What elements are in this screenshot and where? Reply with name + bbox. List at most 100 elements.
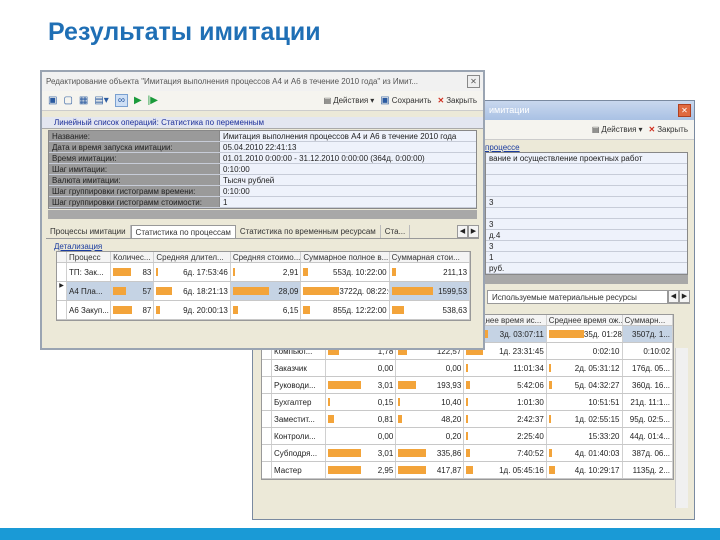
field-value[interactable]: вание и осуществление проектных работ <box>486 153 687 163</box>
tab-scroll-right-icon[interactable]: ▶ <box>468 225 479 238</box>
value-bar <box>548 330 584 338</box>
save-button[interactable]: ▣ Сохранить <box>380 95 431 106</box>
grid-header: Процесс Количес... Средняя длител... Средня… <box>57 252 471 263</box>
fields-panel: Название: Имитация выполнения процессов А… <box>48 130 477 209</box>
link-icon[interactable]: ∞ <box>114 94 128 107</box>
table-row[interactable]: Контроли... 0,00 0,20 2:25:40 15:33:20 44д. 0… <box>262 428 674 445</box>
table-row[interactable]: Мастер 2,95 417,87 1д. 05:45:16 4д. 10:29:17… <box>262 462 674 479</box>
print-icon[interactable]: ▤▾ <box>94 95 108 106</box>
cell-value: 211,13 <box>390 263 471 281</box>
field-row: 3 <box>486 241 687 252</box>
field-value[interactable] <box>486 164 687 174</box>
cell-name: Заказчик <box>272 360 327 376</box>
cell-value: 95д. 02:5... <box>623 411 674 427</box>
step-icon[interactable]: |▶ <box>148 95 158 106</box>
window-title: имитации <box>489 105 530 115</box>
vertical-scrollbar[interactable] <box>675 348 688 508</box>
column-header[interactable]: Средняя длител... <box>154 252 231 262</box>
cell-name: Субподря... <box>272 445 327 461</box>
field-value[interactable]: 05.04.2010 22:41:13 <box>219 142 476 152</box>
tab-3[interactable]: Ста... <box>381 225 411 238</box>
table-row[interactable]: А6 Закуп... 87 9д. 20:00:13 6,15 855д. 12:22… <box>57 301 471 320</box>
row-indicator <box>262 377 272 393</box>
cell-value: 9д. 20:00:13 <box>154 301 231 319</box>
value-bar <box>398 449 427 457</box>
close-icon[interactable]: ✕ <box>467 75 480 88</box>
cell-number: 4д. 10:29:17 <box>574 465 620 475</box>
field-value[interactable]: д.4 <box>486 230 687 240</box>
table-row[interactable]: Руководи... 3,01 193,93 5:42:06 5д. 04:32:27… <box>262 377 674 394</box>
run-icon[interactable]: ▶ <box>134 95 142 106</box>
cell-name: А6 Закуп... <box>67 301 112 319</box>
cell-number: 21д. 11:1... <box>630 397 671 407</box>
column-header[interactable]: Процесс <box>67 252 112 262</box>
tab-scroll-right-icon[interactable]: ▶ <box>679 290 690 303</box>
field-value[interactable]: руб. <box>486 263 687 273</box>
cell-number: 35д. 01:28:35 <box>583 329 622 339</box>
close-button[interactable]: ✕ Закрыть <box>437 96 477 105</box>
cell-value: 21д. 11:1... <box>623 394 674 410</box>
table-row[interactable]: ТП: Зак... 83 6д. 17:53:46 2,91 553д. 10:22:… <box>57 263 471 282</box>
cell-value: 335,86 <box>396 445 465 461</box>
table-row[interactable]: Заказчик 0,00 0,00 11:01:34 2д. 05:31:12 176д… <box>262 360 674 377</box>
tab-scroll-left-icon[interactable]: ◀ <box>457 225 468 238</box>
cell-number: 6д. 17:53:46 <box>183 267 228 277</box>
cell-value: 5:42:06 <box>464 377 547 393</box>
tab-1[interactable]: Статистика по процессам <box>130 225 236 238</box>
column-header[interactable]: Суммарн... <box>623 315 674 325</box>
cell-number: 1135д. 2... <box>632 465 671 475</box>
field-value[interactable]: 01.01.2010 0:00:00 - 31.12.2010 0:00:00 … <box>219 153 476 163</box>
cell-name: Руководи... <box>272 377 327 393</box>
cell-number: 5:42:06 <box>517 380 544 390</box>
field-value[interactable]: 0:10:00 <box>219 164 476 174</box>
cell-value: 0,00 <box>326 428 397 444</box>
cell-value: 35д. 01:28:35 <box>547 326 623 342</box>
details-link[interactable]: Детализация <box>42 239 483 251</box>
table-row[interactable]: Заместит... 0,81 48,20 2:42:37 1д. 02:55:15 9… <box>262 411 674 428</box>
breadcrumb: Линейный список операций: Статистика по … <box>42 117 483 129</box>
column-header[interactable]: Суммарное полное в... <box>301 252 390 262</box>
field-value[interactable] <box>486 175 687 185</box>
field-value[interactable]: 3 <box>486 219 687 229</box>
table-row[interactable]: Бухгалтер 0,15 10,40 1:01:30 10:51:51 21д. 11… <box>262 394 674 411</box>
field-value[interactable]: 1 <box>486 252 687 262</box>
actions-icon: ▤ <box>323 96 332 105</box>
cell-number: 28,09 <box>278 286 299 296</box>
column-header[interactable]: Суммарная стои... <box>390 252 471 262</box>
field-label: Дата и время запуска имитации: <box>49 142 219 152</box>
cell-number: 83 <box>142 267 152 277</box>
field-value[interactable]: Имитация выполнения процессов А4 и А6 в … <box>219 131 476 141</box>
close-button[interactable]: ✕ Закрыть <box>648 125 688 134</box>
cell-number: 4д. 01:40:03 <box>574 448 620 458</box>
field-value[interactable] <box>486 208 687 218</box>
fields-panel: вание и осуществление проектных работ 3 3 д… <box>485 152 688 275</box>
cell-number: 3д. 03:07:11 <box>499 329 544 339</box>
column-header[interactable]: Количес... <box>111 252 155 262</box>
tab-2[interactable]: Статистика по временным ресурсам <box>236 225 381 238</box>
field-value[interactable]: 3 <box>486 241 687 251</box>
actions-button[interactable]: ▤ Действия ▾ <box>324 96 375 105</box>
cell-value: 0,20 <box>396 428 465 444</box>
tab-0[interactable]: Процессы имитации <box>46 225 131 238</box>
field-value[interactable]: Тысяч рублей <box>219 175 476 185</box>
actions-button[interactable]: ▤ Действия ▾ <box>592 125 643 134</box>
field-value[interactable]: 1 <box>219 197 476 207</box>
field-value[interactable]: 3 <box>486 197 687 207</box>
cell-number: 0,00 <box>445 363 462 373</box>
field-row: Валюта имитации: Тысяч рублей <box>49 175 476 186</box>
field-value[interactable]: 0:10:00 <box>219 186 476 196</box>
table-row[interactable]: ▶ А4 Пла... 57 6д. 18:21:13 28,09 3722д. 08:2… <box>57 282 471 301</box>
field-value[interactable] <box>486 186 687 196</box>
save-icon[interactable]: ▣ <box>48 95 57 106</box>
tab-material-resources[interactable]: Используемые материальные ресурсы <box>487 290 668 303</box>
cell-value: 3507д. 1... <box>622 326 674 342</box>
table-icon[interactable]: ▦ <box>79 95 88 106</box>
tab-scroll-left-icon[interactable]: ◀ <box>668 290 679 303</box>
column-header[interactable]: Среднее время ож... <box>547 315 623 325</box>
process-stats-grid: Процесс Количес... Средняя длител... Средня… <box>56 251 471 321</box>
table-row[interactable]: Субподря... 3,01 335,86 7:40:52 4д. 01:40:03… <box>262 445 674 462</box>
close-icon[interactable]: ✕ <box>678 104 691 117</box>
column-header[interactable]: Средняя стоимо... <box>231 252 302 262</box>
cell-value: 176д. 05... <box>623 360 674 376</box>
refresh-icon[interactable]: ▢ <box>63 95 72 106</box>
